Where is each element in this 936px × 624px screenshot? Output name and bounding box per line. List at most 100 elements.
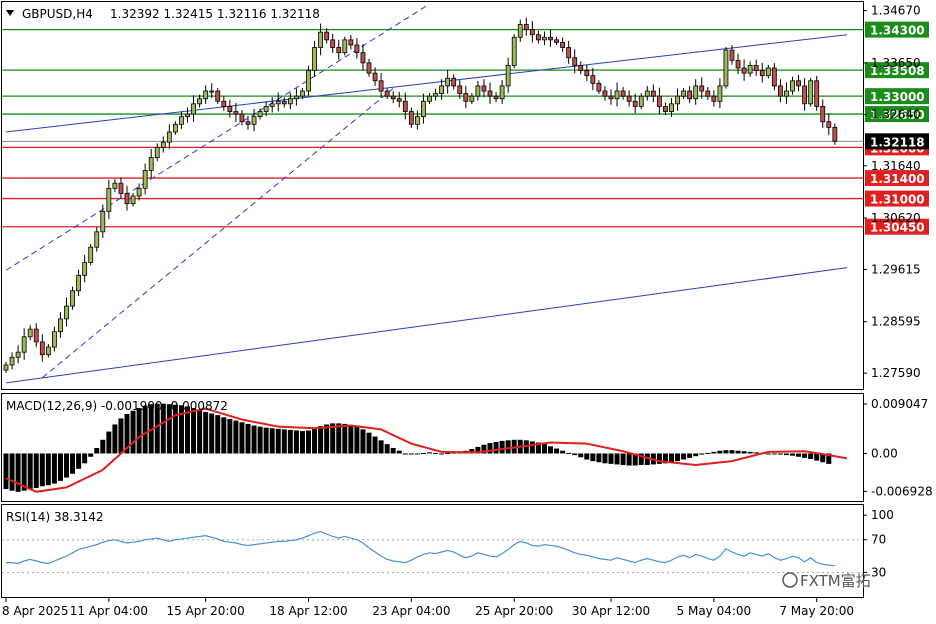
macd-histogram-bar xyxy=(360,429,366,454)
macd-histogram-bar xyxy=(82,453,88,464)
macd-histogram-bar xyxy=(215,415,221,454)
bearish-candle xyxy=(451,77,457,87)
bearish-candle xyxy=(481,85,487,92)
bearish-candle xyxy=(324,31,330,41)
bullish-candle xyxy=(681,90,686,97)
macd-histogram-bar xyxy=(384,444,390,454)
bearish-candle xyxy=(566,47,572,59)
macd-histogram-bar xyxy=(675,453,681,462)
bullish-candle xyxy=(318,31,324,48)
bullish-candle xyxy=(439,85,445,94)
bearish-candle xyxy=(372,72,378,82)
macd-histogram-bar xyxy=(783,453,789,456)
time-tick-label: 30 Apr 12:00 xyxy=(572,604,650,618)
bullish-candle xyxy=(15,351,21,358)
macd-histogram-bar xyxy=(354,426,360,454)
bearish-candle xyxy=(657,95,662,107)
bearish-candle xyxy=(741,67,747,74)
bullish-candle xyxy=(263,106,269,112)
bullish-candle xyxy=(251,116,257,125)
bearish-candle xyxy=(759,70,765,77)
bearish-candle xyxy=(584,70,590,77)
bullish-candle xyxy=(136,187,142,197)
macd-histogram-bar xyxy=(76,453,82,469)
bullish-candle xyxy=(717,85,723,102)
bullish-candle xyxy=(747,65,753,74)
bullish-candle xyxy=(269,103,275,107)
bullish-candle xyxy=(644,90,650,97)
time-tick-label: 15 Apr 20:00 xyxy=(167,604,245,618)
bearish-candle xyxy=(650,90,656,97)
macd-histogram-bar xyxy=(808,453,814,459)
bearish-candle xyxy=(820,106,826,123)
macd-histogram-bar xyxy=(94,448,100,454)
bearish-candle xyxy=(227,106,233,112)
support-level-label: 1.31000 xyxy=(870,193,925,207)
bullish-candle xyxy=(499,85,505,100)
bearish-candle xyxy=(536,34,541,41)
bullish-candle xyxy=(542,36,547,41)
price-tick-label: 1.28595 xyxy=(871,315,921,329)
macd-histogram-bar xyxy=(366,432,372,454)
bearish-candle xyxy=(215,90,221,102)
time-tick-label: 8 Apr 2025 xyxy=(2,604,69,618)
bullish-candle xyxy=(300,90,305,97)
bearish-candle xyxy=(118,182,124,194)
bearish-candle xyxy=(699,85,705,92)
macd-histogram-bar xyxy=(209,413,215,454)
bullish-candle xyxy=(445,77,451,87)
bearish-candle xyxy=(554,39,559,43)
macd-histogram-bar xyxy=(45,453,51,486)
macd-histogram-bar xyxy=(433,452,439,454)
bullish-candle xyxy=(414,116,420,125)
macd-histogram-bar xyxy=(106,431,112,454)
bullish-candle xyxy=(638,95,644,107)
bearish-candle xyxy=(457,85,463,94)
macd-histogram-bar xyxy=(560,450,566,454)
price-tick-label: 1.34670 xyxy=(871,4,921,18)
macd-histogram-bar xyxy=(408,453,414,455)
macd-histogram-bar xyxy=(336,423,342,454)
macd-histogram-bar xyxy=(741,451,747,454)
macd-histogram-bar xyxy=(239,422,245,454)
bullish-candle xyxy=(257,111,263,118)
macd-histogram-bar xyxy=(566,452,572,454)
ohlc-values: 1.32392 1.32415 1.32116 1.32118 xyxy=(110,7,320,21)
macd-histogram-bar xyxy=(57,453,63,481)
bearish-candle xyxy=(608,95,614,100)
bearish-candle xyxy=(408,111,414,125)
macd-histogram-bar xyxy=(626,453,632,466)
bullish-candle xyxy=(21,336,27,353)
bearish-candle xyxy=(832,126,838,142)
bullish-candle xyxy=(88,246,94,263)
macd-histogram-bar xyxy=(687,453,693,458)
bearish-candle xyxy=(529,29,535,36)
macd-histogram-bar xyxy=(729,450,735,454)
bullish-candle xyxy=(505,65,511,87)
bearish-candle xyxy=(771,67,777,87)
macd-histogram-bar xyxy=(693,453,699,457)
macd-histogram-bar xyxy=(269,428,275,454)
bearish-candle xyxy=(814,80,820,107)
macd-histogram-bar xyxy=(203,411,209,454)
bearish-candle xyxy=(596,82,602,92)
bullish-candle xyxy=(808,80,814,105)
macd-histogram-bar xyxy=(699,453,705,455)
bullish-candle xyxy=(693,85,699,100)
macd-histogram-bar xyxy=(578,453,584,458)
bullish-candle xyxy=(433,93,438,97)
macd-histogram-bar xyxy=(70,453,76,474)
bearish-candle xyxy=(778,85,783,97)
macd-histogram-bar xyxy=(51,453,57,484)
bearish-candle xyxy=(396,98,402,102)
bullish-candle xyxy=(64,305,69,320)
macd-histogram-bar xyxy=(372,436,378,454)
macd-histogram-bar xyxy=(735,450,741,454)
macd-histogram-bar xyxy=(227,418,233,454)
price-tick-label: 1.33650 xyxy=(871,56,921,70)
bearish-candle xyxy=(402,100,408,112)
macd-histogram-bar xyxy=(620,453,626,465)
macd-histogram-bar xyxy=(427,452,432,454)
bullish-candle xyxy=(94,231,100,248)
macd-histogram-bar xyxy=(130,410,136,454)
